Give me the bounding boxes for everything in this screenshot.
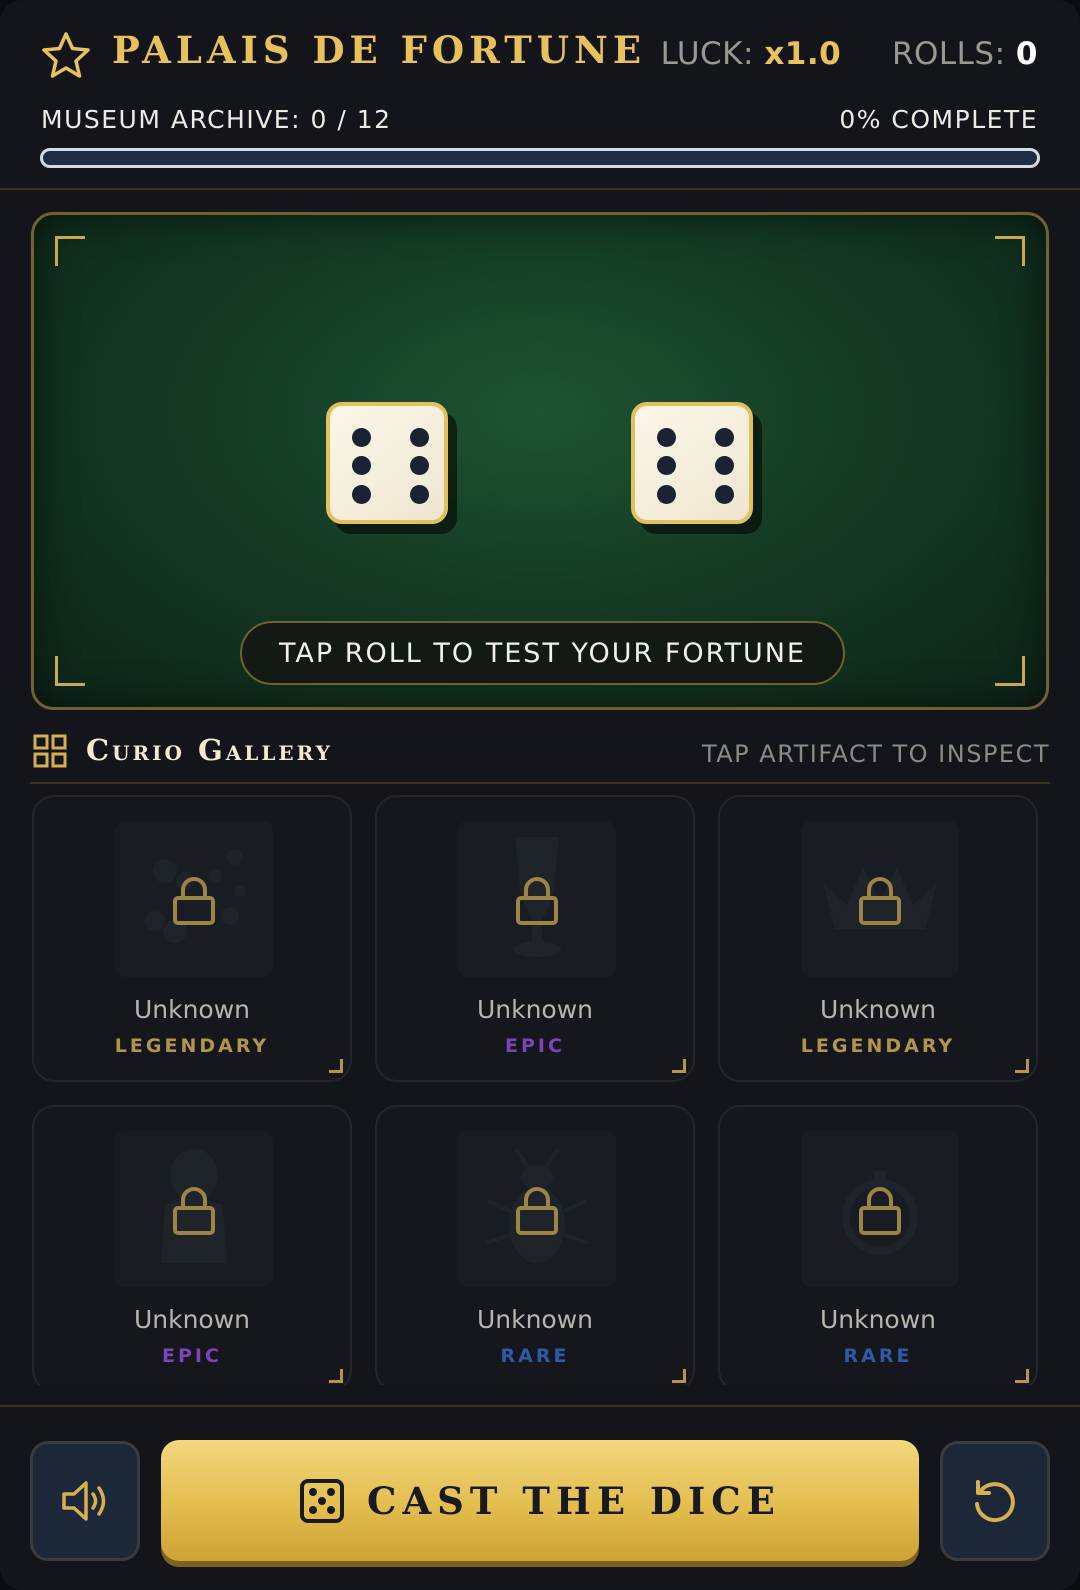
artifact-thumbnail [458, 1131, 616, 1287]
corner-ornament [55, 236, 85, 266]
artifact-card[interactable]: Unknown EPIC [32, 1105, 352, 1385]
die-left [326, 402, 448, 524]
artifact-name: Unknown [819, 995, 937, 1024]
artifact-card[interactable]: Unknown RARE [375, 1105, 695, 1385]
corner-ornament [55, 656, 85, 686]
star-icon [42, 32, 90, 78]
artifact-rarity: EPIC [505, 1035, 565, 1057]
reset-button[interactable] [940, 1441, 1050, 1561]
luck-label: LUCK: [660, 36, 754, 72]
completion-percent: 0% COMPLETE [839, 105, 1038, 134]
app-window: PALAIS DE FORTUNE LUCK: x1.0 ROLLS: 0 MU… [0, 0, 1080, 1590]
artifact-rarity: EPIC [162, 1345, 222, 1367]
lock-icon [516, 877, 558, 925]
artifact-name: Unknown [476, 1305, 594, 1334]
gallery-grid[interactable]: Unknown LEGENDARY Unknown EPIC Unknown L… [0, 795, 1080, 1385]
artifact-thumbnail [115, 821, 273, 977]
app-title: PALAIS DE FORTUNE [112, 28, 647, 72]
gallery-hint: TAP ARTIFACT TO INSPECT [701, 740, 1050, 768]
cast-dice-label: CAST THE DICE [367, 1478, 781, 1523]
artifact-thumbnail [458, 821, 616, 977]
artifact-name: Unknown [819, 1305, 937, 1334]
artifact-card[interactable]: Unknown LEGENDARY [718, 795, 1038, 1082]
gallery-header: Curio Gallery TAP ARTIFACT TO INSPECT [30, 732, 1050, 784]
card-corner-mark [1015, 1369, 1029, 1383]
corner-ornament [995, 236, 1025, 266]
sound-toggle-button[interactable] [30, 1441, 140, 1561]
header: PALAIS DE FORTUNE LUCK: x1.0 ROLLS: 0 MU… [0, 0, 1080, 190]
dice-icon [300, 1478, 345, 1523]
speaker-icon [62, 1481, 106, 1521]
footer-controls: CAST THE DICE [0, 1405, 1080, 1590]
artifact-rarity: LEGENDARY [800, 1035, 956, 1057]
artifact-name: Unknown [133, 1305, 251, 1334]
lock-icon [859, 1187, 901, 1235]
artifact-card[interactable]: Unknown RARE [718, 1105, 1038, 1385]
die-right [631, 402, 753, 524]
artifact-card[interactable]: Unknown LEGENDARY [32, 795, 352, 1082]
card-corner-mark [1015, 1059, 1029, 1073]
lock-icon [516, 1187, 558, 1235]
gallery-title: Curio Gallery [86, 733, 333, 767]
lock-icon [859, 877, 901, 925]
cast-dice-button[interactable]: CAST THE DICE [161, 1440, 919, 1561]
artifact-thumbnail [115, 1131, 273, 1287]
artifact-thumbnail [801, 821, 959, 977]
luck-value: x1.0 [764, 36, 842, 72]
archive-progress-bar [40, 148, 1040, 168]
stats-readout: LUCK: x1.0 ROLLS: 0 [661, 36, 1038, 72]
rolls-value: 0 [1015, 36, 1038, 72]
dice-table[interactable]: TAP ROLL TO TEST YOUR FORTUNE [31, 212, 1049, 710]
grid-icon [33, 734, 67, 768]
card-corner-mark [329, 1369, 343, 1383]
artifact-card[interactable]: Unknown EPIC [375, 795, 695, 1082]
archive-count: MUSEUM ARCHIVE: 0 / 12 [41, 105, 392, 134]
corner-ornament [995, 656, 1025, 686]
lock-icon [173, 1187, 215, 1235]
rolls-label: ROLLS: [891, 36, 1006, 72]
artifact-rarity: RARE [843, 1345, 913, 1367]
roll-prompt: TAP ROLL TO TEST YOUR FORTUNE [240, 621, 845, 685]
artifact-rarity: LEGENDARY [114, 1035, 270, 1057]
artifact-name: Unknown [133, 995, 251, 1024]
card-corner-mark [672, 1059, 686, 1073]
card-corner-mark [672, 1369, 686, 1383]
card-corner-mark [329, 1059, 343, 1073]
artifact-rarity: RARE [500, 1345, 570, 1367]
artifact-name: Unknown [476, 995, 594, 1024]
lock-icon [173, 877, 215, 925]
reset-icon [975, 1480, 1015, 1523]
artifact-thumbnail [801, 1131, 959, 1287]
